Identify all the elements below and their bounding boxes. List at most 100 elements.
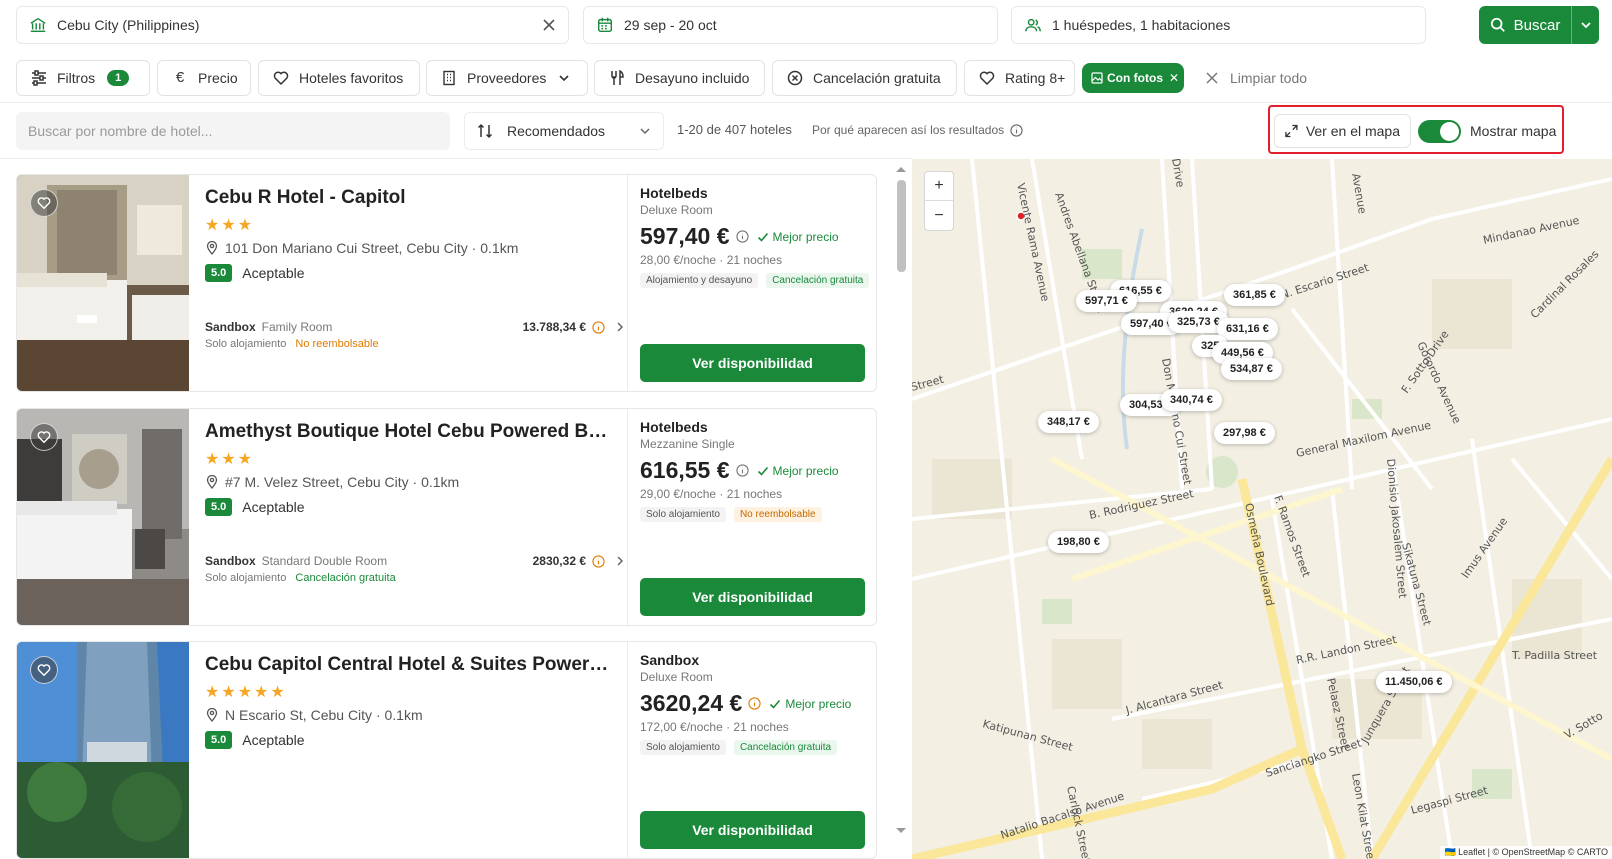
info-icon[interactable] [735,230,749,243]
remove-filter-icon[interactable]: ✕ [1169,71,1179,85]
show-map-label: Mostrar mapa [1470,123,1557,139]
offer-provider: Sandbox [640,652,700,668]
search-options-dropdown[interactable] [1572,6,1599,44]
price-marker[interactable]: 348,17 € [1038,411,1099,433]
alt-room: Family Room [261,320,333,334]
view-availability-button[interactable]: Ver disponibilidad [640,578,865,616]
map-tiles[interactable]: Vicente Rama Avenue Andres Abellana Stre… [912,159,1612,859]
zoom-control: + − [924,171,954,231]
hotel-stars: ★★★★★ [205,684,287,701]
alternative-offer[interactable]: Sandbox Standard Double Room 2830,32 € S… [205,554,625,584]
price-marker[interactable]: 297,98 € [1214,422,1275,444]
info-icon[interactable] [592,554,605,568]
alt-provider: Sandbox [205,320,256,334]
favorite-button[interactable] [30,189,58,217]
hotel-card[interactable]: Cebu Capitol Central Hotel & Suites Powe… [16,641,877,859]
zoom-in-button[interactable]: + [925,172,953,201]
price-marker[interactable]: 534,87 € [1221,358,1282,380]
chevron-down-icon [1580,22,1591,29]
card-divider [627,642,628,858]
price-marker[interactable]: 340,74 € [1161,389,1222,411]
scroll-up-icon[interactable] [893,164,909,174]
street-label: T. Padilla Street [1511,649,1598,662]
view-on-map-button[interactable]: Ver en el mapa [1274,114,1411,148]
filter-chip-favorites[interactable]: Hoteles favoritos [258,60,420,96]
alternative-offer[interactable]: Sandbox Family Room 13.788,34 € Solo alo… [205,320,625,350]
clear-destination-icon[interactable] [542,18,556,32]
chevron-right-icon[interactable] [615,322,625,332]
dates-field[interactable]: 29 sep - 20 oct [583,6,998,44]
hotel-stars: ★★★ [205,451,255,468]
zoom-out-button[interactable]: − [925,201,953,230]
filter-chip-price[interactable]: € Precio [157,60,251,96]
view-availability-button[interactable]: Ver disponibilidad [640,344,865,382]
hotel-name[interactable]: Cebu R Hotel - Capitol [205,187,615,209]
search-button-main[interactable]: Buscar [1479,6,1571,44]
per-night-price: 28,00 €/noche · 21 noches [640,253,783,267]
sliders-icon [31,70,47,86]
expand-icon [1285,124,1298,138]
price-marker[interactable]: 631,16 € [1217,318,1278,340]
guests-field[interactable]: 1 huéspedes, 1 habitaciones [1011,6,1426,44]
list-scrollbar[interactable] [893,160,909,836]
filter-chip-favorites-label: Hoteles favoritos [299,70,404,86]
info-icon [1010,123,1023,137]
hotel-list: Cebu R Hotel - Capitol ★★★ 101 Don Maria… [0,159,912,859]
info-icon[interactable] [735,464,749,477]
hotel-card[interactable]: Cebu R Hotel - Capitol ★★★ 101 Don Maria… [16,174,877,392]
location-pin-icon [206,241,218,255]
filter-chip-rating[interactable]: Rating 8+ [964,60,1075,96]
map-controls-highlight: Ver en el mapa Mostrar mapa [1268,105,1564,154]
hotel-name[interactable]: Cebu Capitol Central Hotel & Suites Powe… [205,654,615,676]
price-marker[interactable]: 198,80 € [1048,531,1109,553]
per-night-price: 172,00 €/noche · 21 noches [640,720,789,734]
chevron-down-icon [640,128,650,135]
favorite-button[interactable] [30,423,58,451]
clear-all-button[interactable]: Limpiar todo [1206,60,1307,96]
check-icon [770,699,781,709]
filters-button[interactable]: Filtros 1 [16,60,150,96]
why-results-link[interactable]: Por qué aparecen así los resultados [812,123,1023,137]
price-marker[interactable]: 361,85 € [1224,284,1285,306]
sort-select[interactable]: Recomendados [464,112,664,150]
view-availability-button[interactable]: Ver disponibilidad [640,811,865,849]
filter-chip-providers[interactable]: Proveedores [426,60,588,96]
alt-room: Standard Double Room [261,554,388,568]
scrollbar-thumb[interactable] [897,180,906,272]
image-icon [1091,72,1103,84]
alt-policy: No reembolsable [295,338,379,350]
offer-room: Deluxe Room [640,670,713,684]
hotel-info: Cebu Capitol Central Hotel & Suites Powe… [205,654,625,749]
price-marker[interactable]: 597,71 € [1076,290,1137,312]
results-count: 1-20 de 407 hoteles [677,122,792,137]
show-map-toggle[interactable] [1418,120,1461,143]
destination-field[interactable]: Cebu City (Philippines) [16,6,569,44]
scroll-down-icon[interactable] [893,826,909,836]
guests-value: 1 huéspedes, 1 habitaciones [1052,17,1231,33]
destination-value: Cebu City (Philippines) [57,17,200,33]
card-divider [627,175,628,391]
users-icon [1024,16,1042,34]
hotel-name-search-input[interactable] [16,112,450,150]
filter-chip-with-photos[interactable]: Con fotos ✕ [1082,63,1184,93]
info-icon[interactable] [592,320,605,334]
offer-provider: Hotelbeds [640,419,708,435]
view-on-map-label: Ver en el mapa [1305,123,1400,139]
check-icon [757,466,768,476]
chevron-right-icon[interactable] [615,556,625,566]
filter-chip-breakfast[interactable]: Desayuno incluido [594,60,765,96]
why-results-label: Por qué aparecen así los resultados [812,123,1005,137]
favorite-button[interactable] [30,656,58,684]
cancel-circle-icon [787,70,803,86]
price-marker[interactable]: 11.450,06 € [1376,671,1452,693]
hotel-card[interactable]: Amethyst Boutique Hotel Cebu Powered By … [16,408,877,626]
filters-count-badge: 1 [107,70,130,86]
search-button[interactable]: Buscar [1479,6,1599,44]
map[interactable]: Vicente Rama Avenue Andres Abellana Stre… [912,159,1612,859]
offer-room: Mezzanine Single [640,437,735,451]
filter-chip-free-cancellation[interactable]: Cancelación gratuita [772,60,957,96]
hotel-name[interactable]: Amethyst Boutique Hotel Cebu Powered By … [205,421,615,443]
map-attribution[interactable]: 🇺🇦 Leaflet | © OpenStreetMap © CARTO [1440,846,1612,859]
info-icon[interactable] [748,697,761,710]
close-icon [1206,72,1218,84]
